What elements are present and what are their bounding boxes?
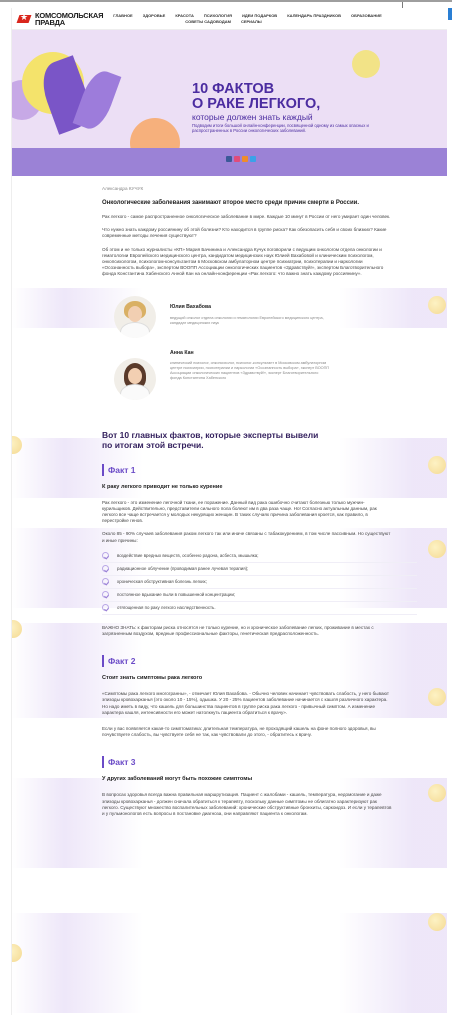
ok-icon[interactable]	[242, 156, 248, 162]
article-paragraph: Рак легкого - самое распространенное онк…	[102, 214, 391, 219]
list-item: постоянное вдыхание пыли в повышенной ко…	[102, 589, 417, 602]
article-body: Александра КУЧУК Онкологические заболева…	[12, 186, 447, 817]
expert-avatar	[114, 295, 156, 338]
nav-item[interactable]: Сериалы	[241, 19, 262, 25]
fact-label: Факт 1	[102, 463, 417, 476]
check-circle-icon	[102, 578, 109, 586]
list-item: воздействие вредных веществ, особенно ра…	[102, 550, 417, 563]
expert-card: Юлия Вахабова ведущий онколог отдела онк…	[114, 295, 417, 338]
nav-item[interactable]: Здоровье	[143, 13, 166, 19]
fact-label: Факт 2	[102, 655, 417, 668]
hero-subtitle: которые должен знать каждый	[192, 112, 313, 122]
expert-avatar	[114, 357, 156, 400]
site-logo[interactable]: КОМСОМОЛЬСКАЯ ПРАВДА	[18, 11, 103, 27]
expert-role: клинический психолог, онкопсихолог, псих…	[170, 360, 330, 380]
fact-heading: Стоит знать симптомы рака легкого	[102, 675, 203, 682]
check-circle-icon	[102, 565, 109, 573]
expert-name: Анна Кан	[170, 349, 194, 356]
fact-heading: У других заболеваний могут быть похожие …	[102, 776, 253, 783]
section-heading: Вот 10 главных фактов, которые эксперты …	[102, 429, 319, 450]
fact-paragraph: В вопросах здоровья всегда важна правиль…	[102, 792, 392, 817]
causes-list: воздействие вредных веществ, особенно ра…	[102, 550, 417, 615]
logo-line2: ПРАВДА	[35, 17, 66, 27]
nav-item[interactable]: Образование	[351, 13, 382, 19]
nav-item[interactable]: Главное	[113, 13, 132, 19]
site-header: КОМСОМОЛЬСКАЯ ПРАВДА Главное Здоровье Кр…	[12, 8, 447, 30]
decor-dot	[428, 913, 446, 931]
list-item: отягощенная по раку легкого наследственн…	[102, 602, 417, 615]
fact-paragraph: Рак легкого - это изменение легочной тка…	[102, 499, 377, 524]
check-circle-icon	[102, 604, 109, 612]
hero-decor-circle	[130, 118, 180, 148]
nav-item[interactable]: Советы садоводам	[185, 19, 231, 25]
expert-name: Юлия Вахабова	[170, 303, 211, 310]
twitter-icon[interactable]	[250, 156, 256, 162]
fact-paragraph: Если у вас появляется какая-то симптомат…	[102, 726, 376, 738]
article-paragraph: Об этом и не только журналисты «КП» Мари…	[102, 246, 384, 277]
check-circle-icon	[102, 591, 109, 599]
hero-description: Подводим итоги большой онлайн-конференци…	[192, 123, 369, 134]
expert-role: ведущий онколог отдела онкологии и гемат…	[170, 315, 324, 325]
social-share	[226, 156, 256, 162]
fact-paragraph: Около 85 - 90% случаев заболевания раком…	[102, 531, 391, 543]
article-author: Александра КУЧУК	[102, 186, 144, 191]
expert-card: Анна Кан клинический психолог, онкопсихо…	[114, 350, 417, 400]
bg-band	[12, 913, 447, 1013]
logo-flag-icon	[18, 12, 32, 25]
facebook-icon[interactable]	[226, 156, 232, 162]
fact-heading: К раку легкого приводит не только курени…	[102, 483, 223, 490]
hero-banner: 10 ФАКТОВ О РАКЕ ЛЕГКОГО, которые должен…	[12, 30, 447, 148]
main-nav: Главное Здоровье Красота Психология Идеи…	[113, 13, 383, 25]
check-circle-icon	[102, 552, 109, 560]
viewport-top-border	[0, 0, 452, 2]
article-paragraph: Что нужно знать каждому россиянину об эт…	[102, 227, 387, 239]
fact-paragraph: ВАЖНО ЗНАТЬ: к факторам риска относятся …	[102, 624, 374, 637]
fact-paragraph: «Симптомы рака легкого многогранны», - о…	[102, 691, 389, 715]
hero-decor-circle	[352, 50, 380, 78]
list-item: радиационное облучение (проводимая ранее…	[102, 563, 417, 576]
nav-item[interactable]: Календарь праздников	[287, 13, 341, 19]
hero-title: 10 ФАКТОВ О РАКЕ ЛЕГКОГО,	[192, 81, 321, 112]
scrollbar-thumb[interactable]	[448, 8, 452, 20]
vk-icon[interactable]	[234, 156, 240, 162]
fact-label: Факт 3	[102, 756, 417, 769]
article-lead: Онкологические заболевания занимают втор…	[102, 200, 360, 206]
list-item: хроническая обструктивная болезнь легких…	[102, 576, 417, 589]
page: КОМСОМОЛЬСКАЯ ПРАВДА Главное Здоровье Кр…	[11, 8, 447, 1015]
share-bar	[12, 148, 447, 176]
